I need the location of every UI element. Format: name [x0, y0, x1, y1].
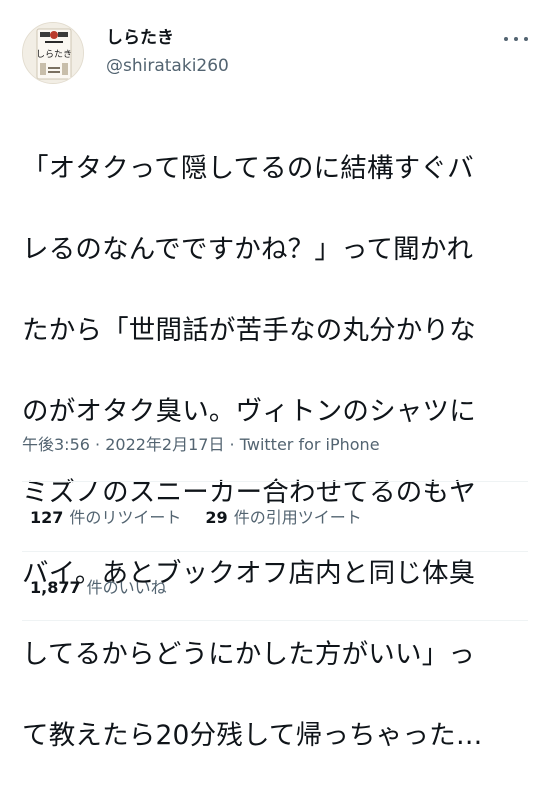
quotes-stat[interactable]: 29 件の引用ツイート	[205, 508, 361, 527]
user-handle[interactable]: @shirataki260	[106, 56, 229, 76]
more-dots-icon	[524, 37, 528, 41]
divider	[22, 481, 528, 482]
more-dots-icon	[504, 37, 508, 41]
tweet-text-line: してるからどうにかした方がいい」っ	[22, 638, 476, 670]
display-name[interactable]: しらたき	[106, 28, 174, 48]
avatar[interactable]: しらたき	[22, 22, 84, 84]
likes-count: 1,877	[30, 578, 81, 597]
retweets-stat[interactable]: 127 件のリツイート	[30, 508, 181, 527]
tweet-header: しらたき しらたき @shirataki260	[22, 22, 528, 84]
likes-stat[interactable]: 1,877 件のいいね	[30, 578, 167, 597]
avatar-label: しらたき	[36, 49, 72, 60]
likes-stats-row: 1,877 件のいいね	[30, 578, 167, 598]
more-dots-icon	[514, 37, 518, 41]
retweets-label: 件のリツイート	[69, 508, 182, 527]
tweet-date[interactable]: 2022年2月17日	[105, 435, 224, 454]
retweets-count: 127	[30, 508, 64, 527]
tweet-text-line: て教えたら20分残して帰っちゃった…	[22, 719, 483, 751]
meta-separator: ·	[89, 435, 106, 454]
tweet-source[interactable]: Twitter for iPhone	[240, 435, 380, 454]
tweet-meta: 午後3:56 · 2022年2月17日 · Twitter for iPhone	[22, 434, 380, 456]
shirataki-package-avatar: しらたき	[23, 23, 83, 83]
quotes-label: 件の引用ツイート	[233, 508, 362, 527]
tweet-text-line: ミズノのスニーカー合わせてるのもヤ	[22, 476, 476, 508]
meta-separator: ·	[224, 435, 240, 454]
divider	[22, 551, 528, 552]
tweet-time[interactable]: 午後3:56	[22, 435, 90, 454]
tweet-text-line: のがオタク臭い。ヴィトンのシャツに	[22, 395, 476, 427]
divider	[22, 620, 528, 621]
more-options-button[interactable]	[504, 30, 528, 48]
retweet-stats-row: 127 件のリツイート 29 件の引用ツイート	[30, 508, 362, 528]
likes-label: 件のいいね	[86, 578, 167, 597]
tweet-text-line: たから「世間話が苦手なの丸分かりな	[22, 314, 476, 346]
tweet-text-line: レるのなんでですかね？」って聞かれ	[22, 233, 474, 265]
tweet-text-line: 「オタクって隠してるのに結構すぐバ	[22, 152, 474, 184]
quotes-count: 29	[205, 508, 228, 527]
